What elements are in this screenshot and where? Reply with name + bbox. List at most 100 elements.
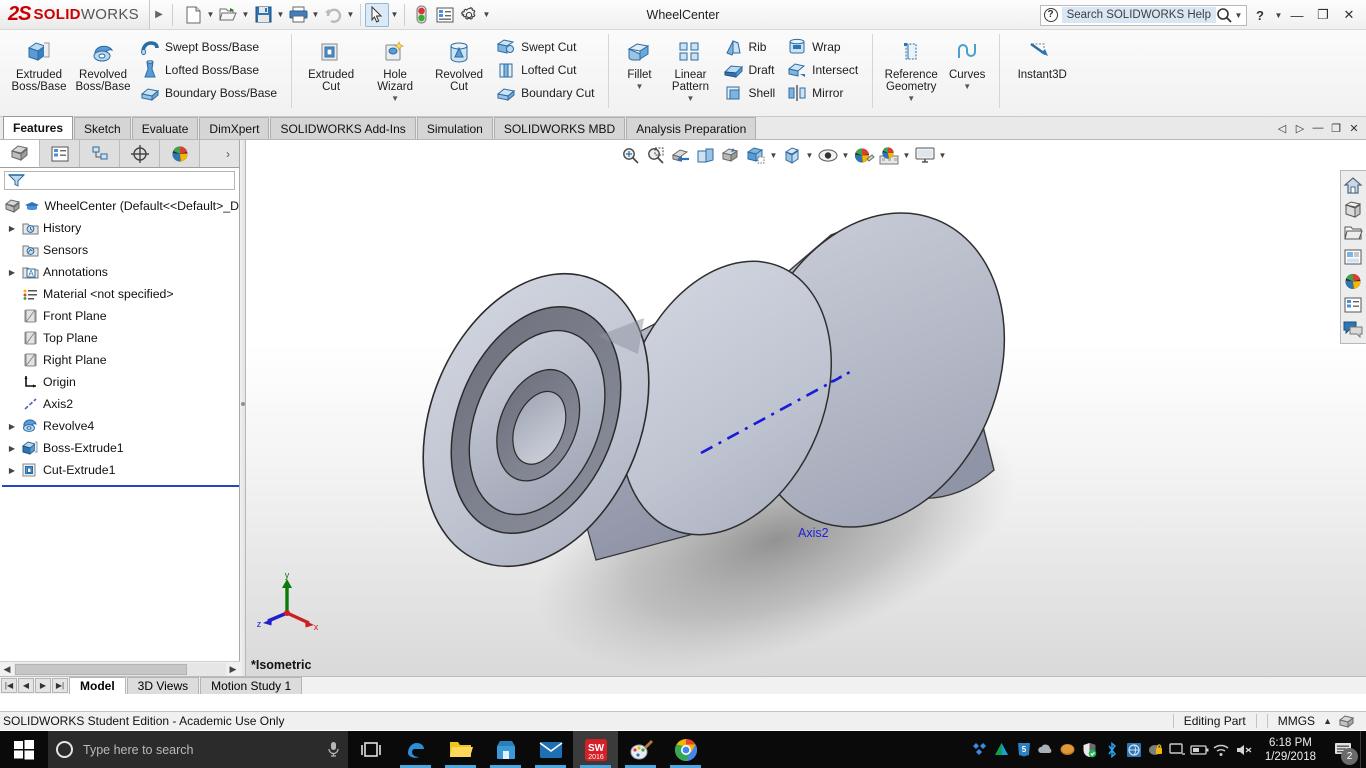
scroll-right-arrow-icon[interactable]: ▶ xyxy=(226,664,240,675)
expand-arrow-icon[interactable]: ▶ xyxy=(4,422,20,431)
magnifier-icon[interactable] xyxy=(1216,7,1233,24)
search-input[interactable]: Type here to search xyxy=(48,731,348,768)
expand-arrow-icon[interactable]: ▶ xyxy=(4,224,20,233)
zoom-fit-icon[interactable] xyxy=(618,143,643,168)
clock[interactable]: 6:18 PM 1/29/2018 xyxy=(1255,731,1326,768)
previous-tab-button[interactable]: ◀ xyxy=(18,678,34,693)
curves-button[interactable]: Curves ▼ xyxy=(942,30,992,102)
tree-node-axis2[interactable]: Axis2 xyxy=(2,393,239,415)
linear-pattern-dropdown-icon[interactable]: ▼ xyxy=(687,94,695,103)
hole-wizard-button[interactable]: Hole Wizard ▼ xyxy=(363,30,427,104)
help-search-box[interactable]: ? Search SOLIDWORKS Help ▼ xyxy=(1039,4,1247,26)
first-tab-button[interactable]: |◀ xyxy=(1,678,17,693)
dropbox-tray-icon[interactable] xyxy=(969,731,991,768)
feature-manager-more-tabs[interactable]: › xyxy=(200,140,239,167)
tree-node-right-plane[interactable]: Right Plane xyxy=(2,349,239,371)
tree-node-annotations[interactable]: ▶ A Annotations xyxy=(2,261,239,283)
units-caret-icon[interactable]: ▲ xyxy=(1323,716,1332,726)
reference-geometry-dropdown-icon[interactable]: ▼ xyxy=(907,94,915,103)
property-manager-tab[interactable] xyxy=(40,140,80,167)
tree-node-cut-extrude1[interactable]: ▶ Cut-Extrude1 xyxy=(2,459,239,481)
pin-left-button[interactable]: ◁ xyxy=(1273,118,1291,138)
wifi-tray-icon[interactable] xyxy=(1211,731,1233,768)
intersect-button[interactable]: Intersect xyxy=(782,58,865,81)
pin-right-button[interactable]: ▷ xyxy=(1291,118,1309,138)
windows-start-icon[interactable] xyxy=(0,731,48,768)
doc-close-button[interactable]: ✕ xyxy=(1345,118,1363,138)
restore-button[interactable]: ❐ xyxy=(1310,2,1336,28)
file-explorer-icon[interactable] xyxy=(438,731,483,768)
close-button[interactable]: ✕ xyxy=(1336,2,1362,28)
units-label[interactable]: MMGS xyxy=(1278,714,1315,728)
boundary-boss-base-button[interactable]: Boundary Boss/Base xyxy=(135,81,284,104)
draft-button[interactable]: Draft xyxy=(718,58,782,81)
tree-node-history[interactable]: ▶ History xyxy=(2,217,239,239)
apply-scene-icon[interactable] xyxy=(851,143,876,168)
scroll-track[interactable] xyxy=(14,662,226,676)
forum-bubbles-icon[interactable] xyxy=(1341,317,1365,341)
hide-show-cube-icon[interactable] xyxy=(779,143,804,168)
feature-manager-tab[interactable] xyxy=(0,140,40,167)
tree-node-top-plane[interactable]: Top Plane xyxy=(2,327,239,349)
store-icon[interactable] xyxy=(483,731,528,768)
display-style-caret-icon[interactable]: ▼ xyxy=(768,151,779,160)
view-settings-caret-icon[interactable]: ▼ xyxy=(840,151,851,160)
edge-icon[interactable] xyxy=(393,731,438,768)
expand-arrow-icon[interactable]: ▶ xyxy=(4,466,20,475)
network-share-tray-icon[interactable] xyxy=(1123,731,1145,768)
reference-geometry-button[interactable]: Reference Geometry ▼ xyxy=(880,30,942,104)
lofted-cut-button[interactable]: Lofted Cut xyxy=(491,58,601,81)
notification-center-button[interactable]: 2 xyxy=(1326,731,1360,768)
help-menu-caret-icon[interactable]: ▼ xyxy=(1273,11,1284,20)
section-view-icon[interactable] xyxy=(693,143,718,168)
display-style-icon[interactable] xyxy=(743,143,768,168)
custom-properties-icon[interactable] xyxy=(1341,293,1365,317)
rib-button[interactable]: Rib xyxy=(718,35,782,58)
instant3d-button[interactable]: Instant3D xyxy=(1007,30,1077,102)
expand-arrow-icon[interactable]: ▶ xyxy=(4,268,20,277)
tree-node-boss-extrude1[interactable]: ▶ Boss-Extrude1 xyxy=(2,437,239,459)
autodesk-tray-icon[interactable] xyxy=(991,731,1013,768)
swept-cut-button[interactable]: Swept Cut xyxy=(491,35,601,58)
revolved-cut-button[interactable]: Revolved Cut xyxy=(427,30,491,102)
home-icon[interactable] xyxy=(1341,173,1365,197)
view-settings-eye-icon[interactable] xyxy=(815,143,840,168)
swept-boss-base-button[interactable]: Swept Boss/Base xyxy=(135,35,284,58)
feature-tree-filter[interactable] xyxy=(4,171,235,190)
shell-button[interactable]: Shell xyxy=(718,81,782,104)
tab-dimxpert[interactable]: DimXpert xyxy=(199,117,270,139)
tree-node-revolve4[interactable]: ▶ Revolve4 xyxy=(2,415,239,437)
tab-analysis-preparation[interactable]: Analysis Preparation xyxy=(626,117,757,139)
dimxpert-manager-tab[interactable] xyxy=(120,140,160,167)
mirror-button[interactable]: Mirror xyxy=(782,81,865,104)
solidworks-2016-icon[interactable]: SW 2016 xyxy=(573,731,618,768)
minimize-button[interactable]: — xyxy=(1284,2,1310,28)
curves-dropdown-icon[interactable]: ▼ xyxy=(963,82,971,91)
bottom-tab-3d-views[interactable]: 3D Views xyxy=(126,677,200,694)
wrap-button[interactable]: Wrap xyxy=(782,35,865,58)
last-tab-button[interactable]: ▶| xyxy=(52,678,68,693)
view-orientation-icon[interactable] xyxy=(718,143,743,168)
tree-node-front-plane[interactable]: Front Plane xyxy=(2,305,239,327)
bluetooth-tray-icon[interactable] xyxy=(1101,731,1123,768)
help-button[interactable]: ? xyxy=(1247,2,1273,28)
display-manager-tab[interactable] xyxy=(160,140,200,167)
boundary-cut-button[interactable]: Boundary Cut xyxy=(491,81,601,104)
security-tray-icon[interactable] xyxy=(1145,731,1167,768)
previous-view-icon[interactable] xyxy=(668,143,693,168)
disc-tray-icon[interactable] xyxy=(1057,731,1079,768)
lofted-boss-base-button[interactable]: Lofted Boss/Base xyxy=(135,58,284,81)
wheel-center-3d-model[interactable] xyxy=(246,140,1366,676)
microphone-icon[interactable] xyxy=(327,741,340,758)
doc-restore-button[interactable]: ❐ xyxy=(1327,118,1345,138)
doc-minimize-button[interactable]: — xyxy=(1309,118,1327,138)
viewport-caret-icon[interactable]: ▼ xyxy=(937,151,948,160)
axis2-label[interactable]: Axis2 xyxy=(798,526,829,540)
appearances-icon[interactable] xyxy=(876,143,901,168)
tree-node-origin[interactable]: Origin xyxy=(2,371,239,393)
expand-arrow-icon[interactable]: ▶ xyxy=(4,444,20,453)
volume-muted-tray-icon[interactable] xyxy=(1233,731,1255,768)
file-explorer-folder-icon[interactable] xyxy=(1341,221,1365,245)
revolved-boss-base-button[interactable]: Revolved Boss/Base xyxy=(71,30,135,102)
bottom-tab-motion-study-1[interactable]: Motion Study 1 xyxy=(200,677,303,694)
